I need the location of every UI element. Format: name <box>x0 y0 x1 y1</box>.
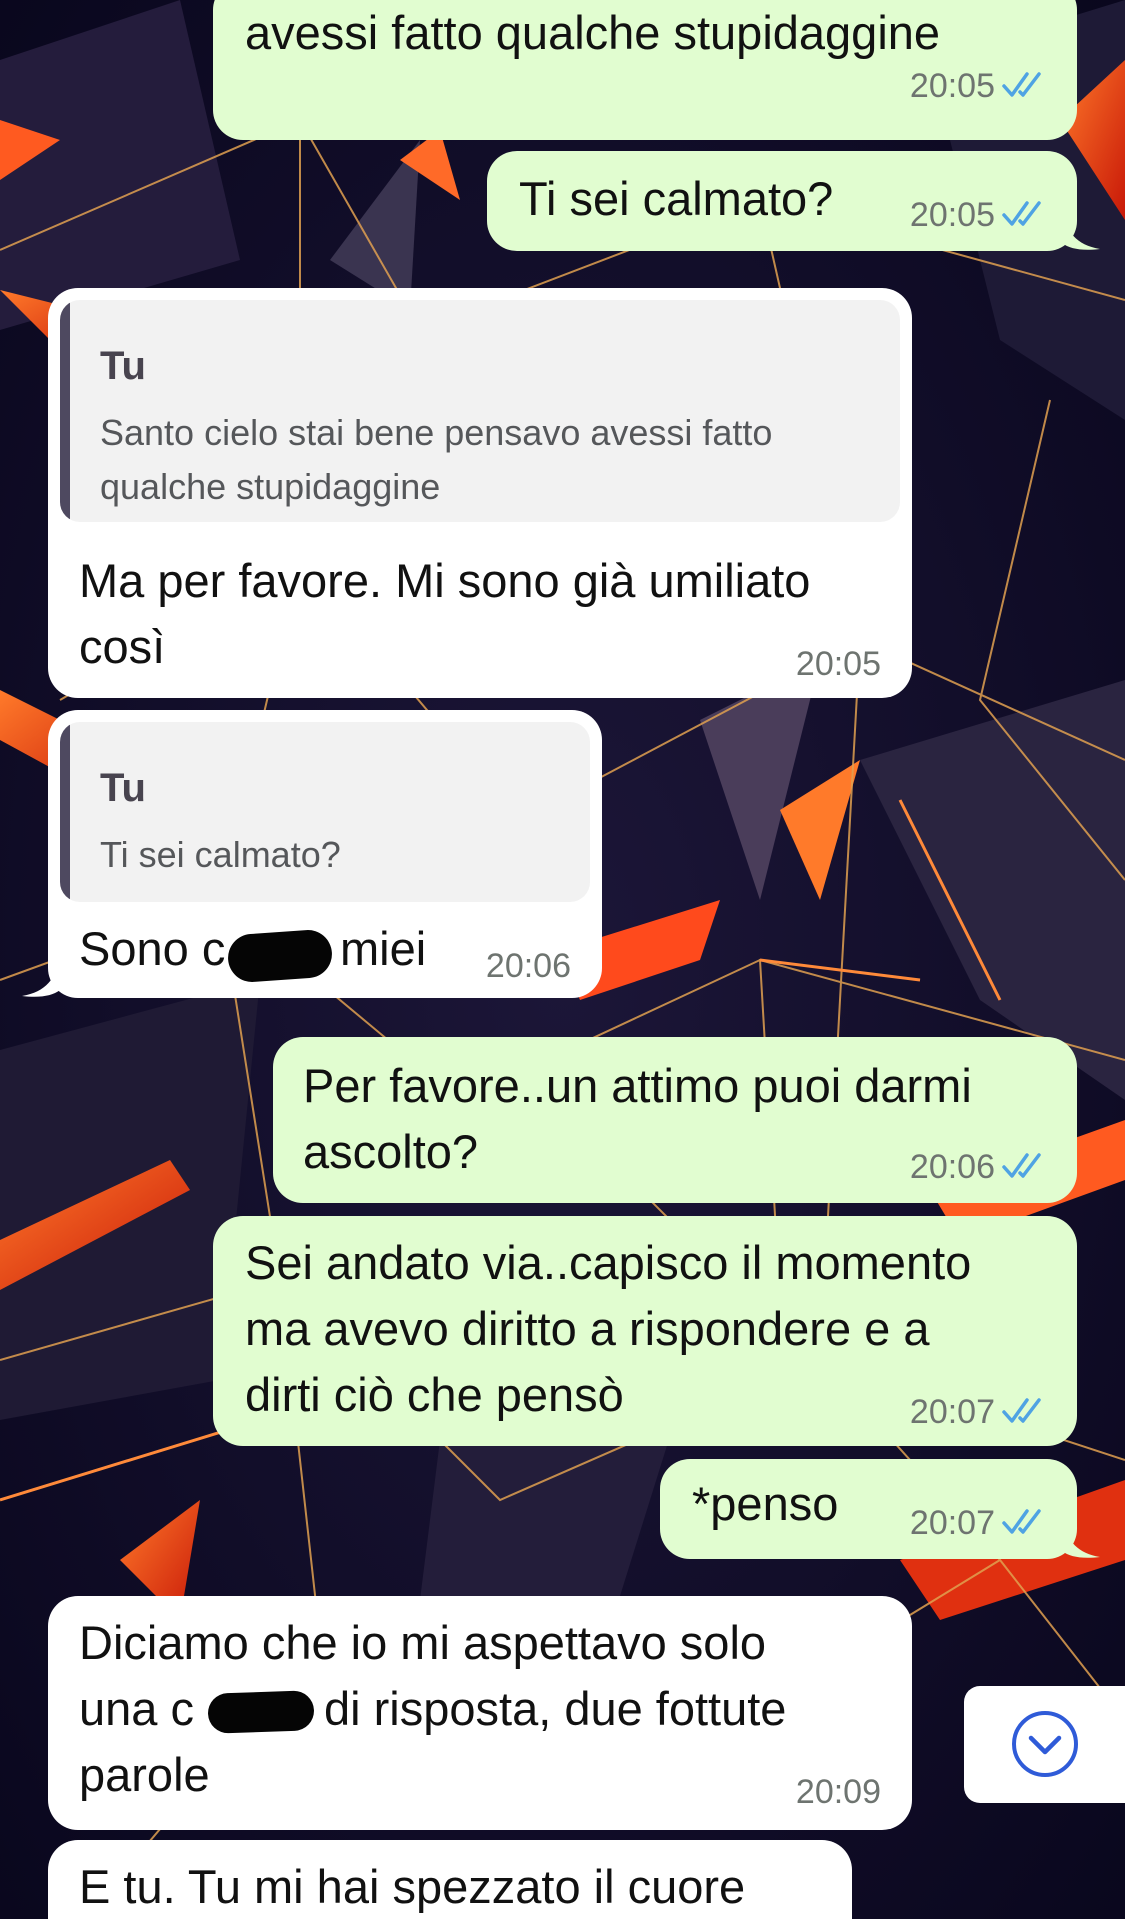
message-text: di risposta, due fottute <box>324 1682 787 1735</box>
message-bubble-incoming[interactable]: Diciamo che io mi aspettavo solo una c d… <box>48 1596 912 1830</box>
read-receipt-icon <box>1002 1509 1041 1534</box>
bubble-tail <box>22 958 60 997</box>
message-text: E tu. Tu mi hai spezzato il cuore <box>79 1860 746 1913</box>
message-time: 20:05 <box>909 196 995 234</box>
message-time: 20:07 <box>909 1393 995 1431</box>
quoted-message[interactable]: Tu Ti sei calmato? <box>60 722 590 902</box>
quote-sender: Tu <box>100 766 146 810</box>
message-bubble-outgoing[interactable]: avessi fatto qualche stupidaggine 20:05 <box>213 0 1077 140</box>
quoted-message[interactable]: Tu Santo cielo stai bene pensavo avessi … <box>60 300 900 522</box>
message-text: miei <box>340 922 427 975</box>
redaction-mark <box>207 1690 315 1734</box>
chat-view[interactable]: avessi fatto qualche stupidaggine 20:05 … <box>0 0 1125 1919</box>
quote-text: Ti sei calmato? <box>100 834 341 875</box>
message-text: Sono c <box>79 922 226 975</box>
message-text: Sei andato via..capisco il momento <box>245 1236 972 1289</box>
message-text: Per favore..un attimo puoi darmi <box>303 1059 972 1112</box>
quote-accent-bar <box>60 300 70 522</box>
message-text: così <box>79 620 166 673</box>
message-bubble-outgoing[interactable]: Sei andato via..capisco il momento ma av… <box>213 1216 1077 1446</box>
message-text: avessi fatto qualche stupidaggine <box>245 6 941 59</box>
message-text: parole <box>79 1748 210 1801</box>
message-text: *penso <box>692 1477 839 1530</box>
message-time: 20:05 <box>795 645 881 683</box>
scroll-to-bottom-button[interactable] <box>964 1686 1125 1803</box>
message-time: 20:06 <box>485 947 571 985</box>
read-receipt-icon <box>1002 201 1041 226</box>
quote-accent-bar <box>60 722 70 902</box>
message-text: dirti ciò che pensò <box>245 1368 624 1421</box>
message-time: 20:07 <box>909 1504 995 1542</box>
message-bubble-outgoing[interactable]: *penso 20:07 <box>660 1459 1077 1559</box>
bubble-tail <box>1062 1519 1100 1558</box>
quote-sender: Tu <box>100 344 146 388</box>
read-receipt-icon <box>1002 72 1041 97</box>
message-text: Diciamo che io mi aspettavo solo <box>79 1616 767 1669</box>
message-time: 20:09 <box>795 1773 881 1811</box>
message-time: 20:06 <box>909 1148 995 1186</box>
read-receipt-icon <box>1002 1153 1041 1178</box>
message-bubble-outgoing[interactable]: Ti sei calmato? 20:05 <box>487 151 1077 251</box>
message-bubble-incoming[interactable]: Tu Ti sei calmato? Sono c miei 20:06 <box>48 710 602 998</box>
read-receipt-icon <box>1002 1398 1041 1423</box>
message-text: Ti sei calmato? <box>519 172 834 225</box>
message-text: ascolto? <box>303 1125 479 1178</box>
message-text: ma avevo diritto a rispondere e a <box>245 1302 930 1355</box>
message-bubble-outgoing[interactable]: Per favore..un attimo puoi darmi ascolto… <box>273 1037 1077 1203</box>
message-text: Ma per favore. Mi sono già umiliato <box>79 554 811 607</box>
chevron-down-circle-icon <box>1012 1711 1078 1777</box>
message-time: 20:05 <box>909 67 995 105</box>
redaction-mark <box>226 928 334 984</box>
message-text: una c <box>79 1682 194 1735</box>
message-bubble-incoming[interactable]: Tu Santo cielo stai bene pensavo avessi … <box>48 288 912 698</box>
bubble-tail <box>1062 211 1100 250</box>
quote-text: qualche stupidaggine <box>100 466 441 507</box>
quote-text: Santo cielo stai bene pensavo avessi fat… <box>100 412 773 453</box>
message-bubble-incoming[interactable]: E tu. Tu mi hai spezzato il cuore <box>48 1840 852 1919</box>
